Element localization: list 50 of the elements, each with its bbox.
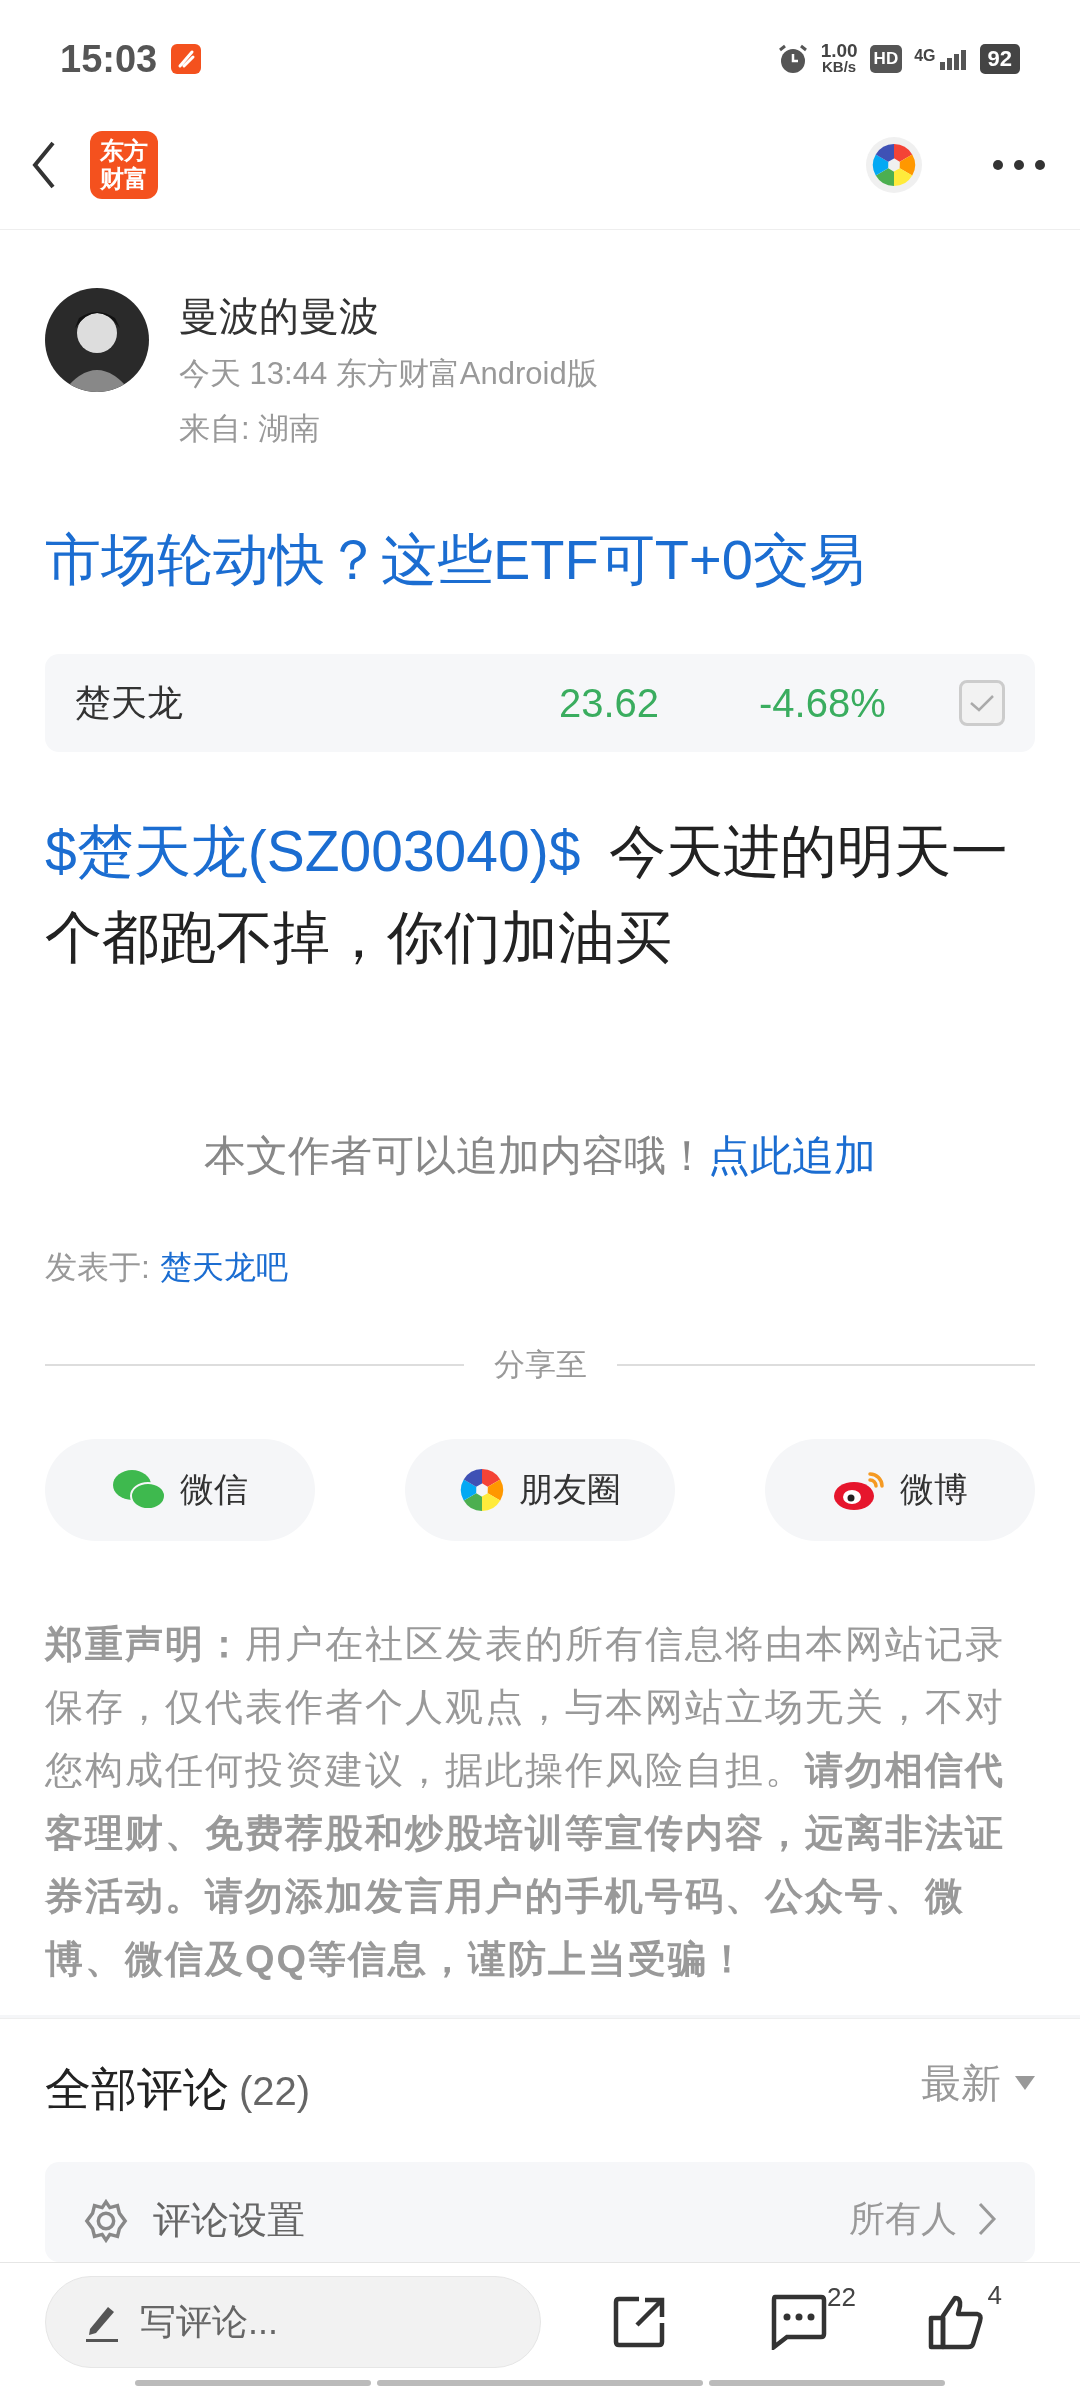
- comment-settings-value: 所有人: [849, 2197, 957, 2241]
- gear-icon: [83, 2197, 129, 2244]
- append-prompt: 本文作者可以追加内容哦！点此追加: [203, 1131, 877, 1181]
- like-count: 4: [987, 2278, 1002, 2312]
- more-icon: [992, 158, 1046, 171]
- alarm-icon: [776, 43, 809, 75]
- share-button[interactable]: 朋友圈: [405, 1438, 675, 1541]
- share-button[interactable]: 微信: [45, 1438, 315, 1541]
- post-meta: 今天 13:44 东方财富Android版: [179, 355, 598, 393]
- author-location: 来自: 湖南: [179, 410, 322, 448]
- stock-card[interactable]: 楚天龙 23.62 -4.68%: [45, 654, 1035, 752]
- watchlist-checkbox[interactable]: [959, 680, 1005, 726]
- post-body: $楚天龙(SZ003040)$ 今天进的明天一个都跑不掉，你们加油买: [45, 818, 1009, 971]
- aperture-icon: [871, 141, 917, 188]
- battery-level: 92: [979, 44, 1020, 74]
- signal-icon: [937, 48, 968, 70]
- stock-change: -4.68%: [759, 680, 887, 727]
- network-speed: 1.00: [820, 43, 858, 59]
- sort-dropdown[interactable]: 最新: [921, 2052, 1035, 2113]
- aperture-icon: [459, 1466, 505, 1513]
- posted-in-label: 发表于:: [45, 1248, 150, 1287]
- comment-icon: [769, 2293, 827, 2350]
- share-label: 分享至: [493, 1346, 587, 1384]
- network-type: 4G: [914, 48, 936, 64]
- comment-placeholder: 写评论...: [140, 2299, 278, 2344]
- stock-price: 23.62: [559, 680, 661, 727]
- chevron-right-icon: [977, 2201, 997, 2237]
- comments-count: (22): [239, 2068, 311, 2115]
- network-speed-unit: KB/s: [822, 59, 857, 75]
- hd-indicator: HD: [869, 45, 903, 73]
- comment-count: 22: [827, 2280, 856, 2314]
- dropdown-icon: [1015, 2075, 1035, 2090]
- share-icon: [613, 2294, 667, 2349]
- app-logo: 东方 财富: [90, 130, 158, 199]
- share-button[interactable]: 微博: [765, 1438, 1035, 1541]
- article-title[interactable]: 市场轮动快？这些ETF可T+0交易: [45, 520, 1035, 600]
- stock-link[interactable]: $楚天龙(SZ003040)$: [45, 819, 581, 883]
- comments-title: 全部评论: [45, 2062, 229, 2117]
- clock-time: 15:03: [60, 36, 158, 82]
- check-icon: [968, 692, 996, 714]
- app-notification-icon: [171, 44, 202, 74]
- comment-settings-row[interactable]: 评论设置 所有人: [45, 2162, 1035, 2262]
- forum-link[interactable]: 楚天龙吧: [159, 1242, 288, 1292]
- thumbs-up-icon: [927, 2293, 985, 2350]
- author-name[interactable]: 曼波的曼波: [179, 288, 598, 344]
- comment-input[interactable]: 写评论...: [45, 2275, 541, 2368]
- stock-name: 楚天龙: [75, 681, 184, 725]
- disclaimer: 郑重声明：用户在社区发表的所有信息将由本网站记录保存，仅代表作者个人观点，与本网站立场无关，不对您构成任何投资建议，据此操作风险自担。请勿相信代客理财、免费荐股和炒股培训等宣传内容，远离非法证券活动。请勿添加发言用户的手机号码、公众号、微博、微信及QQ等信息，谨防上当受骗！: [45, 1621, 1006, 1982]
- comment-settings-label: 评论设置: [153, 2198, 305, 2243]
- append-link[interactable]: 点此追加: [708, 1132, 876, 1179]
